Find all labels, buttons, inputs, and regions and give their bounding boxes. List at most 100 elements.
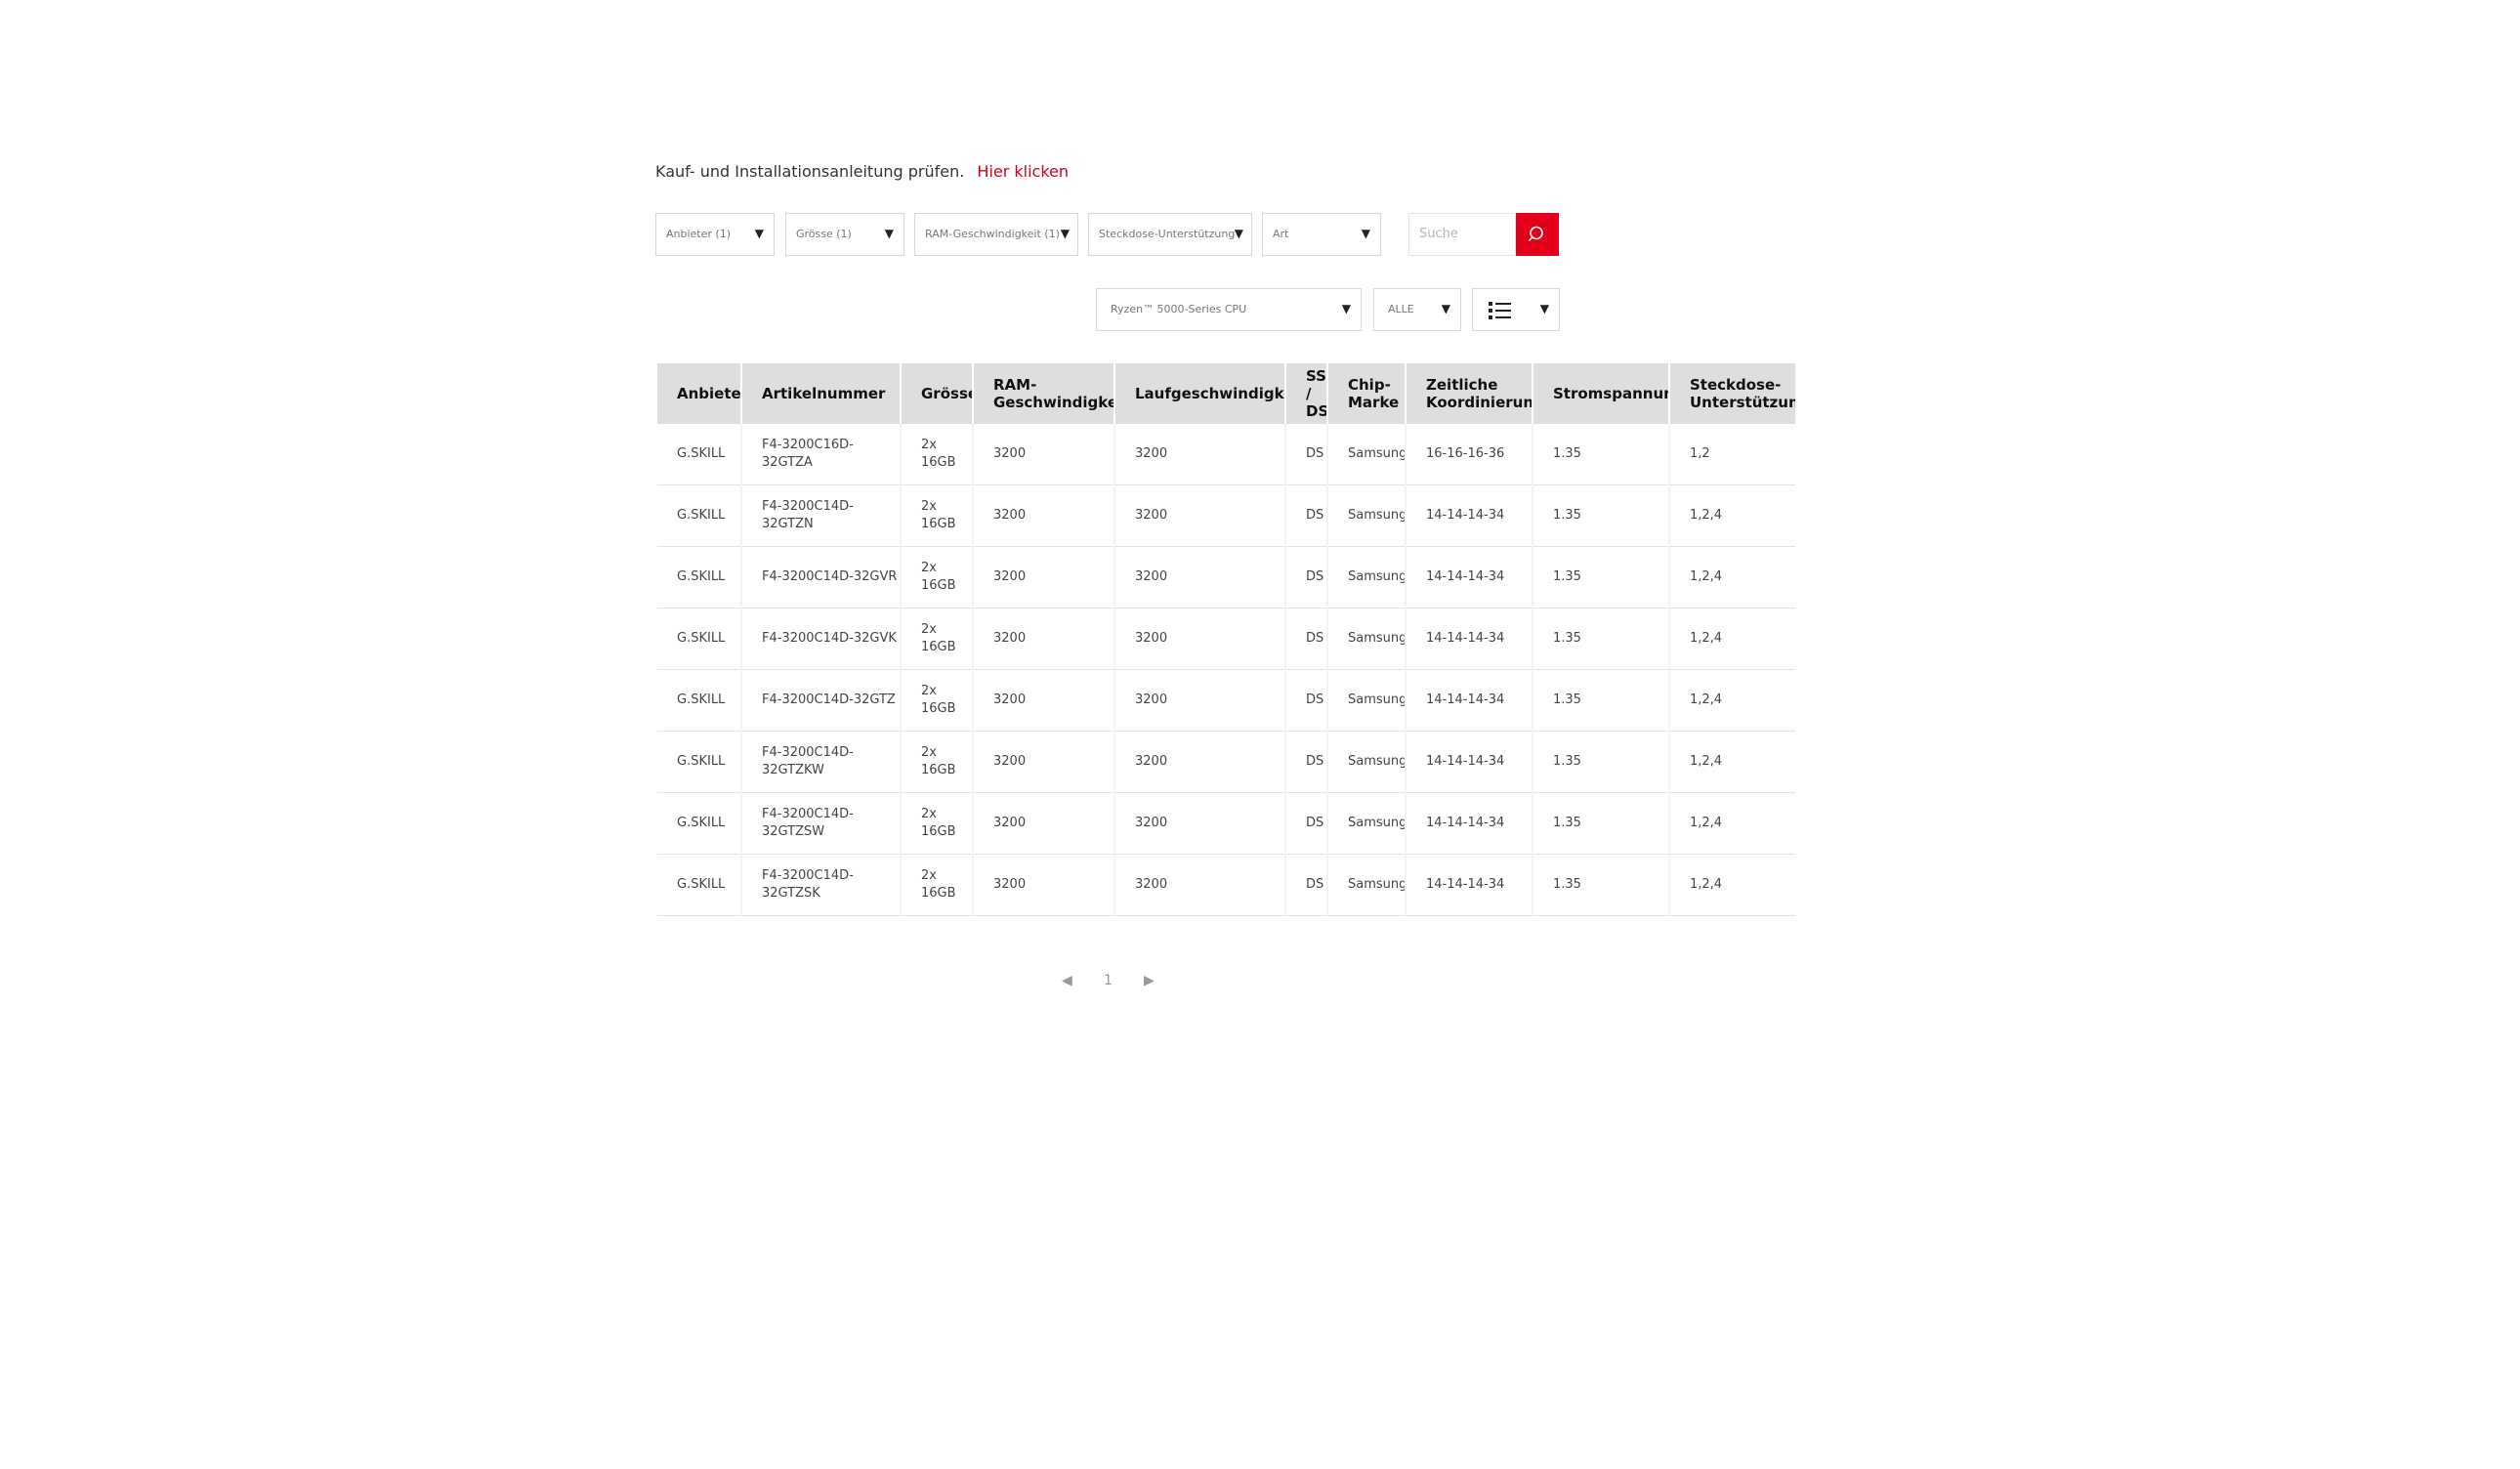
table-cell: 1,2,4 bbox=[1669, 731, 1795, 793]
table-cell: 3200 bbox=[973, 731, 1115, 793]
column-header[interactable]: Laufgeschwindigkeit bbox=[1114, 363, 1286, 424]
table-cell: 14-14-14-34 bbox=[1406, 731, 1533, 793]
table-cell: 2x 16GB bbox=[901, 424, 974, 485]
intro-text: Kauf- und Installationsanleitung prüfen. bbox=[655, 162, 965, 181]
caret-down-icon: ▼ bbox=[1539, 302, 1549, 315]
table-cell: 3200 bbox=[1114, 792, 1286, 855]
column-header[interactable]: Chip-Marke bbox=[1327, 363, 1407, 424]
table-cell: F4-3200C14D-32GTZSW bbox=[741, 792, 902, 855]
table-cell: 1.35 bbox=[1533, 608, 1670, 670]
table-cell: F4-3200C14D-32GTZN bbox=[741, 484, 902, 547]
intro-line: Kauf- und Installationsanleitung prüfen.… bbox=[655, 162, 1069, 181]
filter-socket-support[interactable]: Steckdose-Unterstützung ▼ bbox=[1088, 213, 1252, 256]
prev-page-button[interactable]: ◀ bbox=[1062, 973, 1072, 988]
table-cell: F4-3200C14D-32GTZ bbox=[741, 669, 902, 732]
table-cell: 3200 bbox=[1114, 484, 1286, 547]
table-row: G.SKILL F4-3200C14D-32GTZ 2x 16GB 3200 3… bbox=[657, 669, 1795, 732]
table-cell: DS bbox=[1285, 484, 1328, 547]
filter-ram-speed[interactable]: RAM-Geschwindigkeit (1) ▼ bbox=[914, 213, 1078, 256]
search-icon bbox=[1528, 226, 1543, 242]
caret-down-icon: ▼ bbox=[1060, 227, 1070, 240]
column-header[interactable]: Zeitliche Koordinierung bbox=[1406, 363, 1533, 424]
table-cell: 3200 bbox=[1114, 854, 1286, 916]
table-cell: 3200 bbox=[973, 792, 1115, 855]
table-cell: 1,2,4 bbox=[1669, 608, 1795, 670]
column-header[interactable]: RAM-Geschwindigkeit bbox=[973, 363, 1115, 424]
table-cell: DS bbox=[1285, 608, 1328, 670]
table-cell: Samsung bbox=[1327, 669, 1407, 732]
table-cell: 2x 16GB bbox=[901, 792, 974, 855]
table-cell: DS bbox=[1285, 546, 1328, 609]
filter-vendor[interactable]: Anbieter (1) ▼ bbox=[655, 213, 775, 256]
filter-type-label: Art bbox=[1273, 228, 1289, 240]
table-cell: G.SKILL bbox=[657, 669, 742, 732]
all-select[interactable]: ALLE ▼ bbox=[1373, 288, 1461, 331]
column-header[interactable]: SS / DS bbox=[1285, 363, 1328, 424]
table-cell: DS bbox=[1285, 424, 1328, 485]
column-header[interactable]: Anbieter bbox=[657, 363, 742, 424]
table-cell: Samsung bbox=[1327, 731, 1407, 793]
caret-down-icon: ▼ bbox=[884, 227, 894, 240]
table-cell: 2x 16GB bbox=[901, 546, 974, 609]
table-cell: 2x 16GB bbox=[901, 854, 974, 916]
table-cell: 14-14-14-34 bbox=[1406, 792, 1533, 855]
table-cell: 3200 bbox=[1114, 424, 1286, 485]
page: Kauf- und Installationsanleitung prüfen.… bbox=[0, 0, 2520, 1469]
table-cell: Samsung bbox=[1327, 608, 1407, 670]
table-cell: 1,2,4 bbox=[1669, 546, 1795, 609]
caret-down-icon: ▼ bbox=[1234, 227, 1243, 240]
table-row: G.SKILL F4-3200C14D-32GTZSW 2x 16GB 3200… bbox=[657, 792, 1795, 855]
table-cell: 16-16-16-36 bbox=[1406, 424, 1533, 485]
table-cell: 3200 bbox=[1114, 608, 1286, 670]
page-number[interactable]: 1 bbox=[1104, 973, 1113, 988]
column-header[interactable]: Artikelnummer bbox=[741, 363, 902, 424]
table-cell: 3200 bbox=[973, 546, 1115, 609]
table-cell: 3200 bbox=[973, 424, 1115, 485]
table-cell: F4-3200C14D-32GVR bbox=[741, 546, 902, 609]
caret-down-icon: ▼ bbox=[1341, 302, 1351, 315]
table-cell: G.SKILL bbox=[657, 546, 742, 609]
cpu-select-value: Ryzen™ 5000-Series CPU bbox=[1111, 303, 1247, 315]
table-cell: 14-14-14-34 bbox=[1406, 669, 1533, 732]
table-row: G.SKILL F4-3200C14D-32GVR 2x 16GB 3200 3… bbox=[657, 546, 1795, 609]
filter-type[interactable]: Art ▼ bbox=[1262, 213, 1381, 256]
table-cell: 2x 16GB bbox=[901, 608, 974, 670]
table-row: G.SKILL F4-3200C14D-32GTZSK 2x 16GB 3200… bbox=[657, 854, 1795, 916]
table-cell: 2x 16GB bbox=[901, 669, 974, 732]
search-input[interactable]: Suche bbox=[1408, 213, 1516, 256]
table-cell: 1,2,4 bbox=[1669, 484, 1795, 547]
table-row: G.SKILL F4-3200C14D-32GTZN 2x 16GB 3200 … bbox=[657, 484, 1795, 547]
table-cell: 1.35 bbox=[1533, 854, 1670, 916]
table-cell: 3200 bbox=[973, 669, 1115, 732]
filter-vendor-label: Anbieter (1) bbox=[666, 228, 731, 240]
view-toggle[interactable]: ▼ bbox=[1472, 288, 1560, 331]
table-cell: G.SKILL bbox=[657, 792, 742, 855]
guide-link[interactable]: Hier klicken bbox=[977, 162, 1069, 181]
table-cell: G.SKILL bbox=[657, 854, 742, 916]
column-header[interactable]: Grösse bbox=[901, 363, 974, 424]
table-cell: 2x 16GB bbox=[901, 484, 974, 547]
table-row: G.SKILL F4-3200C14D-32GTZKW 2x 16GB 3200… bbox=[657, 731, 1795, 793]
table-cell: DS bbox=[1285, 731, 1328, 793]
filter-socket-label: Steckdose-Unterstützung bbox=[1099, 228, 1236, 240]
table-cell: 2x 16GB bbox=[901, 731, 974, 793]
cpu-select[interactable]: Ryzen™ 5000-Series CPU ▼ bbox=[1096, 288, 1362, 331]
table-cell: 1,2,4 bbox=[1669, 669, 1795, 732]
column-header[interactable]: Steckdose-Unterstützung bbox=[1669, 363, 1795, 424]
table-cell: 3200 bbox=[1114, 546, 1286, 609]
table-cell: 14-14-14-34 bbox=[1406, 608, 1533, 670]
search-button[interactable] bbox=[1516, 213, 1559, 256]
table-cell: 1.35 bbox=[1533, 669, 1670, 732]
table-cell: 14-14-14-34 bbox=[1406, 546, 1533, 609]
table-cell: Samsung bbox=[1327, 484, 1407, 547]
memory-compatibility-table: Anbieter Artikelnummer Grösse RAM-Geschw… bbox=[657, 363, 1795, 916]
table-cell: 3200 bbox=[1114, 669, 1286, 732]
table-cell: G.SKILL bbox=[657, 484, 742, 547]
caret-down-icon: ▼ bbox=[1361, 227, 1370, 240]
table-cell: 1,2 bbox=[1669, 424, 1795, 485]
table-cell: F4-3200C14D-32GTZSK bbox=[741, 854, 902, 916]
next-page-button[interactable]: ▶ bbox=[1144, 973, 1155, 988]
filter-size[interactable]: Grösse (1) ▼ bbox=[785, 213, 904, 256]
column-header[interactable]: Stromspannung bbox=[1533, 363, 1670, 424]
table-cell: 1,2,4 bbox=[1669, 854, 1795, 916]
